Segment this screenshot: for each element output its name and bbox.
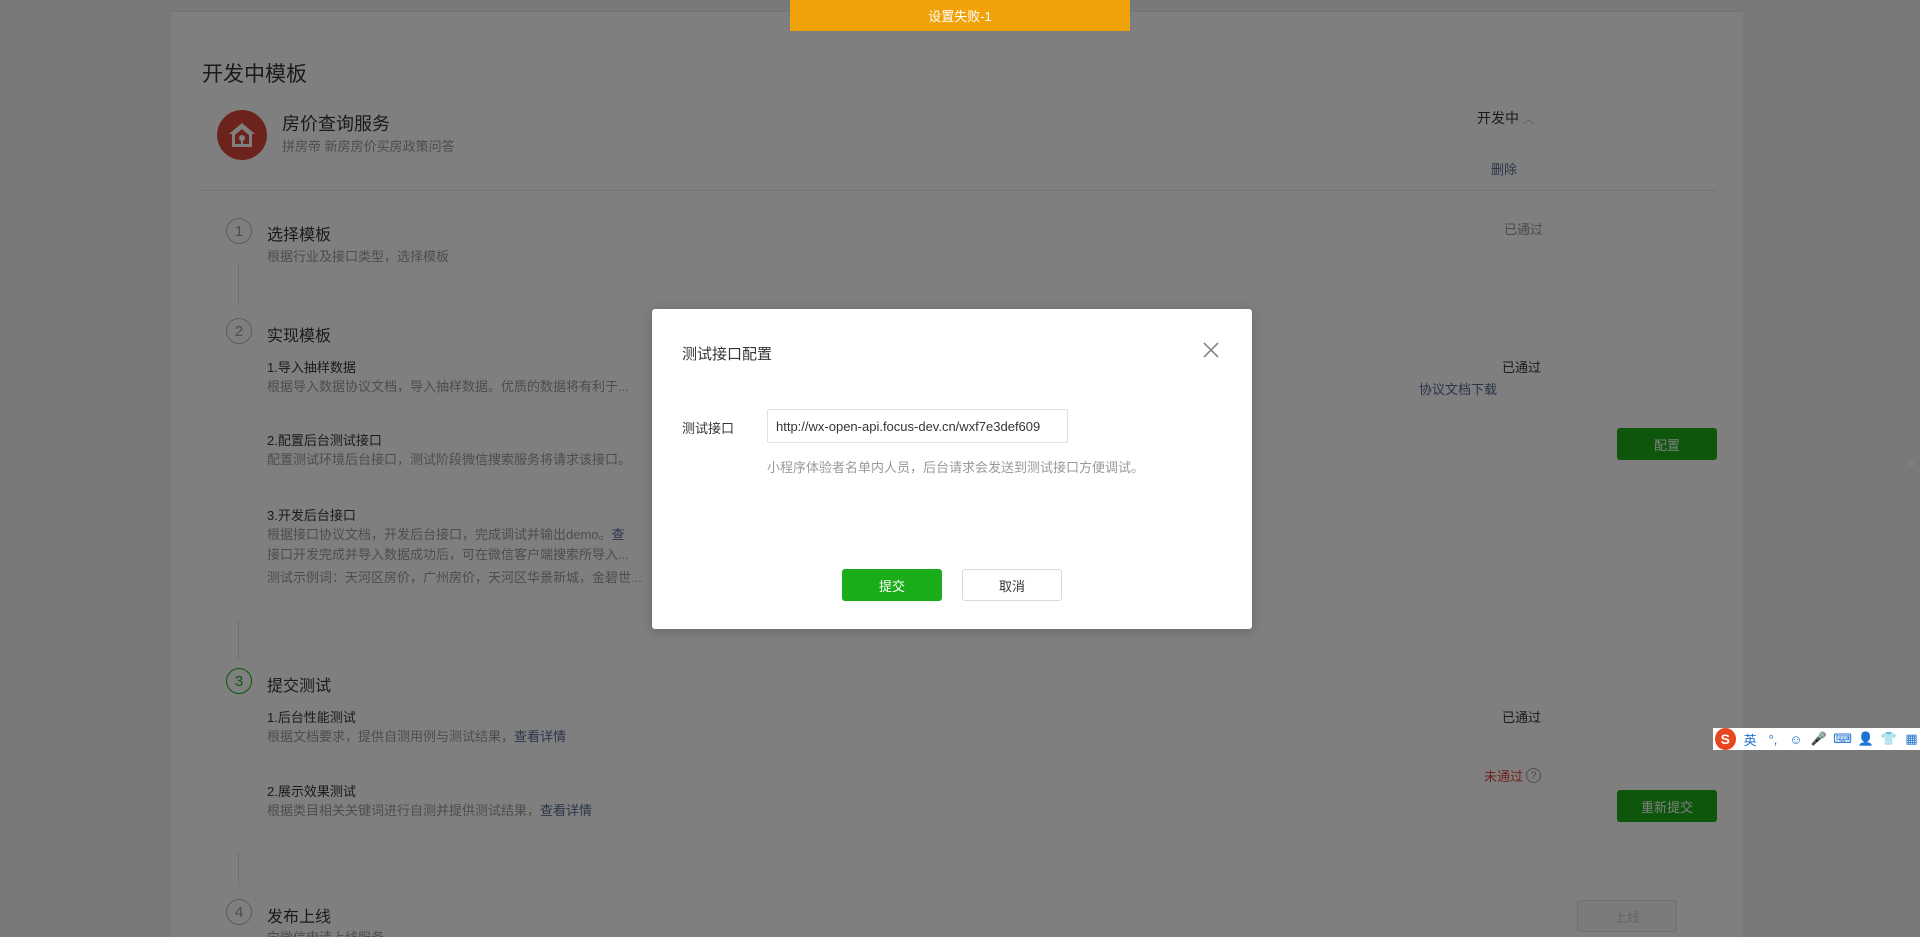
test-interface-dialog: 测试接口配置 测试接口 小程序体验者名单内人员，后台请求会发送到测试接口方便调试… xyxy=(652,309,1252,629)
ime-lang-toggle[interactable]: 英 xyxy=(1742,730,1759,749)
microphone-icon[interactable]: 🎤 xyxy=(1810,731,1827,747)
side-expand-icon[interactable]: » xyxy=(1908,456,1915,470)
submit-button[interactable]: 提交 xyxy=(842,569,942,601)
test-interface-input[interactable] xyxy=(767,409,1068,443)
cancel-button[interactable]: 取消 xyxy=(962,569,1062,601)
skin-icon[interactable]: 👕 xyxy=(1880,731,1897,747)
keyboard-icon[interactable]: ⌨ xyxy=(1833,731,1852,747)
ime-toolbar: S 英 °, ☺ 🎤 ⌨ 👤 👕 ▦ xyxy=(1713,728,1920,750)
dialog-title: 测试接口配置 xyxy=(682,346,773,363)
close-icon[interactable] xyxy=(1200,339,1222,361)
apps-grid-icon[interactable]: ▦ xyxy=(1903,731,1920,747)
sogou-logo-icon[interactable]: S xyxy=(1715,728,1736,750)
test-interface-label: 测试接口 xyxy=(682,421,735,436)
emoji-icon[interactable]: ☺ xyxy=(1787,732,1804,747)
user-icon[interactable]: 👤 xyxy=(1857,731,1874,747)
punctuation-icon[interactable]: °, xyxy=(1765,732,1782,747)
test-interface-hint: 小程序体验者名单内人员，后台请求会发送到测试接口方便调试。 xyxy=(767,460,1145,475)
error-toast: 设置失败-1 xyxy=(790,0,1130,31)
